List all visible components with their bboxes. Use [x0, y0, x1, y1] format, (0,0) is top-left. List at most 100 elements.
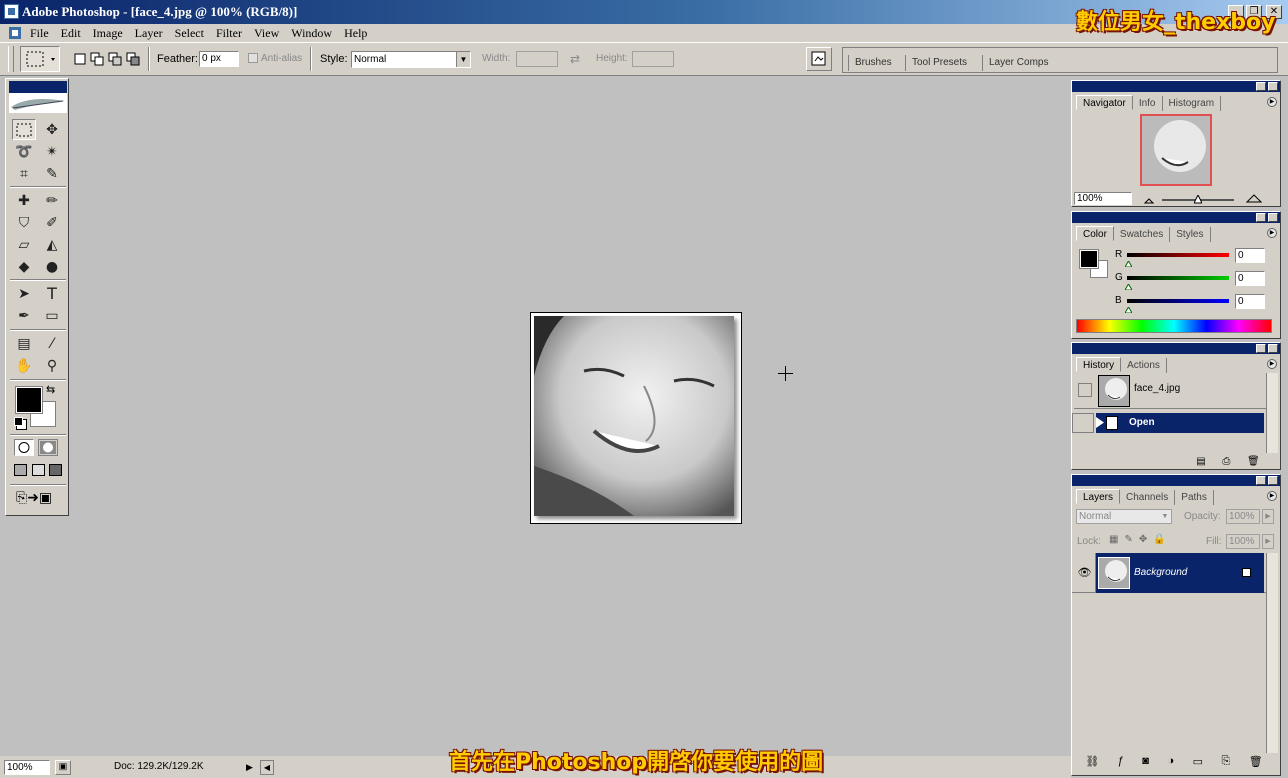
- new-group-icon[interactable]: ▭: [1193, 755, 1203, 771]
- new-snapshot-icon[interactable]: ⎙: [1222, 456, 1230, 468]
- tab-info[interactable]: Info: [1133, 96, 1163, 111]
- minimize-panel-icon[interactable]: [1256, 344, 1266, 353]
- crop-tool-icon[interactable]: ⌗: [12, 163, 36, 184]
- zoom-tool-icon[interactable]: ⚲: [40, 355, 64, 376]
- layer-selected-bg[interactable]: Background: [1096, 553, 1264, 593]
- opacity-input[interactable]: 100%: [1226, 509, 1260, 524]
- opacity-arrow-icon[interactable]: ▶: [1262, 509, 1274, 524]
- status-info-icon[interactable]: ▣: [55, 760, 71, 775]
- full-screen-menu-icon[interactable]: [31, 464, 45, 476]
- menu-edit[interactable]: Edit: [55, 24, 87, 42]
- blur-tool-icon[interactable]: ◆: [12, 256, 36, 277]
- layer-style-icon[interactable]: ƒ: [1118, 755, 1124, 771]
- tab-histogram[interactable]: Histogram: [1163, 96, 1222, 111]
- adjustment-layer-icon[interactable]: ◑: [1167, 755, 1174, 771]
- tool-preset-picker[interactable]: [20, 46, 60, 72]
- minimize-panel-icon[interactable]: [1256, 213, 1266, 222]
- healing-brush-icon[interactable]: ✚: [12, 190, 36, 211]
- tab-color[interactable]: Color: [1076, 226, 1114, 241]
- shape-tool-icon[interactable]: ▭: [40, 305, 64, 326]
- tab-swatches[interactable]: Swatches: [1114, 227, 1171, 242]
- menu-help[interactable]: Help: [338, 24, 373, 42]
- lock-transparency-icon[interactable]: ▦: [1109, 534, 1118, 548]
- photoshop-app-icon[interactable]: [4, 4, 19, 19]
- menu-select[interactable]: Select: [169, 24, 210, 42]
- close-panel-icon[interactable]: [1268, 213, 1278, 222]
- quick-mask-icon[interactable]: [38, 439, 58, 456]
- history-state-pointer-icon[interactable]: [1096, 417, 1104, 428]
- panel-menu-icon[interactable]: ▶: [1267, 359, 1277, 369]
- close-panel-icon[interactable]: [1268, 344, 1278, 353]
- toolbox-header[interactable]: [9, 81, 67, 113]
- lasso-tool-icon[interactable]: ➰: [12, 141, 36, 162]
- fill-input[interactable]: 100%: [1226, 534, 1260, 549]
- slice-tool-icon[interactable]: ✎: [40, 163, 64, 184]
- tab-channels[interactable]: Channels: [1120, 490, 1176, 505]
- swap-colors-icon[interactable]: ⇆: [46, 383, 55, 396]
- well-tab-layer-comps[interactable]: Layer Comps: [982, 55, 1054, 71]
- tab-layers[interactable]: Layers: [1076, 489, 1121, 504]
- document-canvas[interactable]: [530, 312, 742, 524]
- g-input[interactable]: 0: [1235, 271, 1265, 286]
- marquee-tool-icon[interactable]: [12, 119, 36, 140]
- clone-stamp-icon[interactable]: ⛉: [12, 212, 36, 233]
- green-slider[interactable]: [1127, 276, 1229, 280]
- menu-filter[interactable]: Filter: [210, 24, 248, 42]
- tab-paths[interactable]: Paths: [1175, 490, 1214, 505]
- history-source-slot[interactable]: [1072, 413, 1094, 433]
- document-menu-icon[interactable]: [8, 25, 24, 41]
- zoom-out-icon[interactable]: [1143, 195, 1155, 204]
- file-browser-button[interactable]: [806, 47, 832, 71]
- history-snapshot[interactable]: face_4.jpg: [1074, 373, 1266, 409]
- selection-mode-icons[interactable]: [72, 50, 142, 68]
- layers-scrollbar[interactable]: [1266, 553, 1278, 753]
- new-document-from-state-icon[interactable]: ▤: [1196, 456, 1205, 468]
- brush-tool-icon[interactable]: ✏: [40, 190, 64, 211]
- minimize-panel-icon[interactable]: [1256, 82, 1266, 91]
- jump-to-imageready-icon[interactable]: ⎘➜▣: [16, 490, 52, 506]
- feather-input[interactable]: 0 px: [199, 51, 239, 67]
- default-colors-icon[interactable]: [14, 417, 23, 426]
- layer-mask-icon[interactable]: ◙: [1142, 755, 1149, 771]
- panel-titlebar[interactable]: [1072, 212, 1280, 223]
- well-tab-brushes[interactable]: Brushes: [848, 55, 898, 71]
- red-slider[interactable]: [1127, 253, 1229, 257]
- dodge-tool-icon[interactable]: ●: [40, 256, 64, 277]
- zoom-in-icon[interactable]: [1245, 193, 1263, 203]
- tab-history[interactable]: History: [1076, 357, 1122, 372]
- panel-titlebar[interactable]: [1072, 475, 1280, 486]
- scroll-left-icon[interactable]: ◀: [260, 760, 274, 775]
- paint-bucket-icon[interactable]: ◭: [40, 234, 64, 255]
- trash-icon[interactable]: 🗑: [1247, 456, 1260, 468]
- path-selection-icon[interactable]: ➤: [12, 283, 36, 304]
- foreground-color-swatch[interactable]: [15, 386, 43, 414]
- pen-tool-icon[interactable]: ✒: [12, 305, 36, 326]
- red-slider-thumb[interactable]: [1124, 258, 1133, 268]
- menu-image[interactable]: Image: [87, 24, 129, 42]
- eye-visibility-icon[interactable]: 👁: [1074, 553, 1096, 593]
- color-ramp[interactable]: [1076, 319, 1272, 333]
- panel-titlebar[interactable]: [1072, 81, 1280, 92]
- panel-menu-icon[interactable]: ▶: [1267, 491, 1277, 501]
- eyedropper-icon[interactable]: ⁄: [40, 333, 64, 354]
- foreground-color-chip[interactable]: [1079, 249, 1099, 269]
- blend-mode-select[interactable]: Normal ▼: [1076, 509, 1172, 524]
- zoom-slider-thumb[interactable]: [1193, 193, 1203, 204]
- minimize-panel-icon[interactable]: [1256, 476, 1266, 485]
- history-brush-source-icon[interactable]: [1078, 383, 1092, 397]
- full-screen-icon[interactable]: [49, 464, 62, 476]
- panel-titlebar[interactable]: [1072, 343, 1280, 354]
- menu-layer[interactable]: Layer: [129, 24, 169, 42]
- history-state-open[interactable]: Open: [1072, 413, 1264, 433]
- style-select[interactable]: Normal ▼: [351, 51, 471, 68]
- notes-tool-icon[interactable]: ▤: [12, 333, 36, 354]
- move-tool-icon[interactable]: ✥: [40, 119, 64, 140]
- status-menu-arrow-icon[interactable]: ▶: [246, 760, 258, 775]
- menu-view[interactable]: View: [248, 24, 285, 42]
- standard-mode-icon[interactable]: [14, 439, 34, 456]
- status-zoom-input[interactable]: 100%: [4, 760, 50, 775]
- tab-styles[interactable]: Styles: [1170, 227, 1211, 242]
- link-icon[interactable]: ⛓: [1085, 755, 1099, 771]
- standard-screen-icon[interactable]: [14, 464, 27, 476]
- r-input[interactable]: 0: [1235, 248, 1265, 263]
